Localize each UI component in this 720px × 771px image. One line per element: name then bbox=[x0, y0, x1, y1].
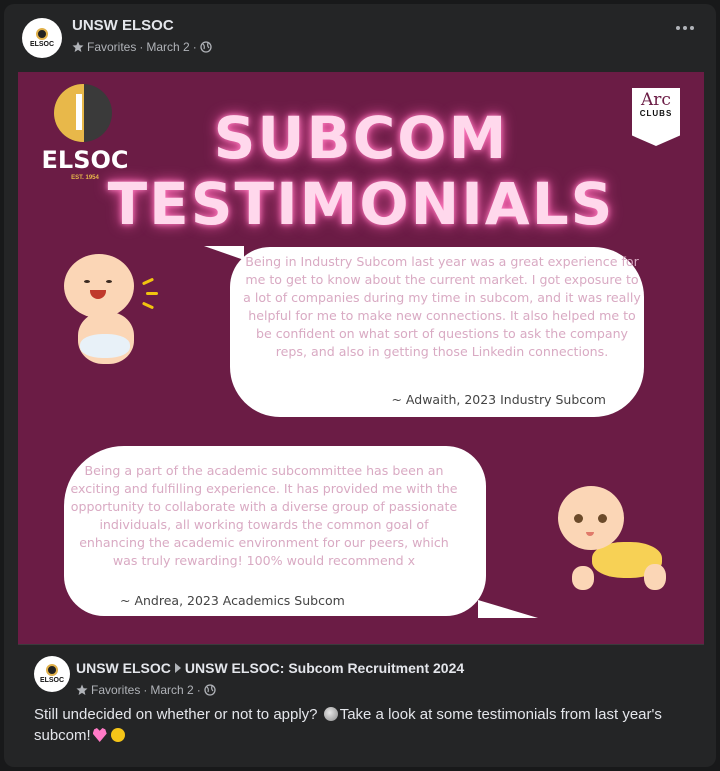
meta-separator: · bbox=[192, 40, 197, 54]
testimonial-author: ~ Andrea, 2023 Academics Subcom bbox=[120, 593, 345, 608]
shared-page-name[interactable]: UNSW ELSOC bbox=[76, 660, 171, 676]
testimonial-text: Being a part of the academic subcommitte… bbox=[70, 463, 458, 568]
testimonial-bubble-1: Being in Industry Subcom last year was a… bbox=[204, 246, 644, 417]
shared-post-title: UNSW ELSOC UNSW ELSOC: Subcom Recruitmen… bbox=[76, 660, 464, 676]
shared-page-avatar[interactable]: ELSOC bbox=[34, 656, 70, 692]
globe-icon bbox=[200, 41, 212, 53]
star-icon bbox=[76, 684, 88, 695]
divider bbox=[18, 644, 704, 645]
arrow-right-icon bbox=[174, 663, 181, 673]
page-avatar[interactable]: ELSOC bbox=[22, 18, 62, 58]
meta-separator: · bbox=[139, 40, 144, 54]
graphic-title-line2: TESTIMONIALS bbox=[107, 170, 615, 238]
star-icon bbox=[72, 41, 84, 52]
globe-icon bbox=[204, 684, 216, 696]
crawling-baby-illustration bbox=[552, 486, 672, 596]
elsoc-logo-mark bbox=[36, 28, 48, 40]
post-meta: Favorites · March 2 · bbox=[72, 40, 212, 54]
page-name[interactable]: UNSW ELSOC bbox=[72, 17, 174, 34]
graphic-title-line1: SUBCOM bbox=[213, 104, 509, 172]
smiling-face-emoji-icon bbox=[110, 728, 125, 742]
post-date[interactable]: March 2 bbox=[146, 40, 189, 54]
post-text-part1: Still undecided on whether or not to app… bbox=[34, 706, 322, 723]
post-body-text: Still undecided on whether or not to app… bbox=[34, 704, 674, 746]
testimonial-bubble-2: Being a part of the academic subcommitte… bbox=[64, 446, 538, 618]
post-card: ELSOC UNSW ELSOC Favorites · March 2 · E… bbox=[4, 4, 716, 767]
shared-group-name[interactable]: UNSW ELSOC: Subcom Recruitment 2024 bbox=[185, 660, 464, 676]
meta-separator: · bbox=[143, 683, 148, 697]
shared-post-meta: Favorites · March 2 · bbox=[76, 683, 216, 697]
pink-heart-emoji-icon bbox=[92, 728, 107, 742]
avatar-text: ELSOC bbox=[29, 41, 55, 48]
post-image[interactable]: ELSOC EST. 1954 Arc CLUBS SUBCOM TESTIMO… bbox=[18, 72, 704, 644]
laughing-baby-illustration bbox=[58, 254, 168, 374]
more-options-icon[interactable] bbox=[676, 26, 694, 30]
testimonial-author: ~ Adwaith, 2023 Industry Subcom bbox=[391, 392, 606, 407]
meta-separator: · bbox=[196, 683, 201, 697]
avatar-text: ELSOC bbox=[39, 677, 65, 684]
testimonial-text: Being in Industry Subcom last year was a… bbox=[243, 254, 641, 359]
globe-emoji-icon bbox=[323, 707, 338, 721]
post-header: ELSOC UNSW ELSOC Favorites · March 2 · bbox=[4, 4, 716, 72]
audience-label[interactable]: Favorites bbox=[87, 40, 136, 54]
post-date[interactable]: March 2 bbox=[150, 683, 193, 697]
elsoc-logo-mark bbox=[46, 664, 58, 676]
audience-label[interactable]: Favorites bbox=[91, 683, 140, 697]
